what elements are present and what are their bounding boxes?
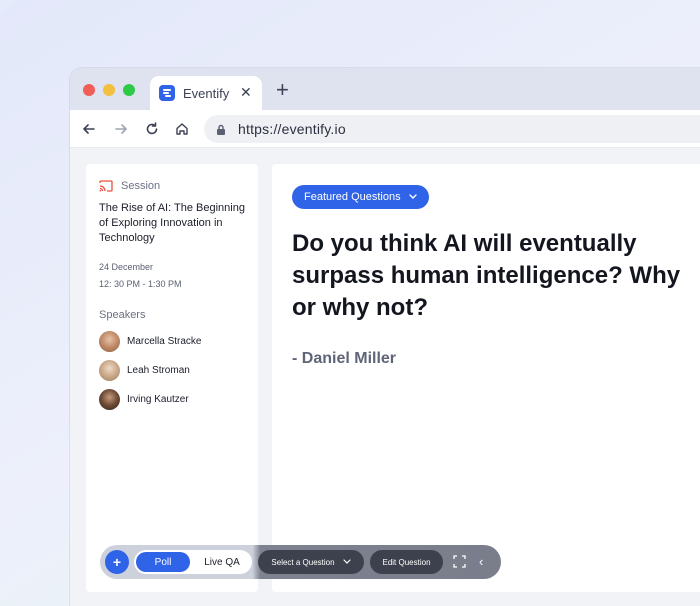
session-title: The Rise of AI: The Beginning of Explori… (99, 202, 245, 244)
speaker-name: Marcella Stracke (127, 336, 202, 347)
chevron-down-icon (342, 558, 351, 567)
question-text: Do you think AI will eventually surpass … (292, 230, 681, 321)
select-question-dropdown[interactable]: Select a Question (258, 550, 364, 574)
add-button[interactable]: + (105, 550, 129, 574)
session-time: 12: 30 PM - 1:30 PM (99, 279, 182, 289)
tab-close-icon[interactable]: ✕ (240, 84, 252, 101)
eventify-logo-icon (159, 85, 175, 101)
session-label: Session (99, 180, 160, 192)
session-label-text: Session (121, 180, 161, 192)
live-qa-tab[interactable]: Live QA (194, 552, 250, 572)
featured-question-panel: Featured Questions Do you think AI will … (272, 164, 700, 592)
avatar (99, 331, 120, 352)
fullscreen-icon[interactable] (453, 555, 466, 573)
featured-questions-label: Featured Questions (304, 191, 401, 203)
lock-icon (216, 123, 226, 141)
back-arrow-icon[interactable] (80, 120, 98, 138)
browser-tab[interactable]: Eventify ✕ (150, 76, 262, 110)
browser-window: Eventify ✕ + https://eventify.io Session… (70, 68, 700, 606)
speaker-name: Leah Stroman (127, 365, 190, 376)
speaker-name: Irving Kautzer (127, 394, 189, 405)
cast-icon (99, 180, 113, 192)
forward-arrow-icon[interactable] (112, 120, 130, 138)
tab-title: Eventify (183, 86, 230, 101)
page-content: Session The Rise of AI: The Beginning of… (70, 148, 700, 606)
maximize-window-button[interactable] (123, 84, 135, 96)
new-tab-button[interactable]: + (276, 79, 289, 101)
speaker-item[interactable]: Marcella Stracke (99, 331, 201, 352)
control-bar: + Poll Live QA Select a Question Edit Qu… (100, 545, 501, 579)
minimize-window-button[interactable] (103, 84, 115, 96)
mode-toggle: Poll Live QA (134, 550, 252, 574)
speaker-item[interactable]: Leah Stroman (99, 360, 190, 381)
session-sidebar: Session The Rise of AI: The Beginning of… (86, 164, 258, 592)
reload-icon[interactable] (143, 120, 161, 138)
avatar (99, 360, 120, 381)
collapse-icon[interactable]: ‹ (479, 554, 483, 569)
speakers-heading: Speakers (99, 309, 146, 321)
address-bar[interactable]: https://eventify.io (204, 115, 700, 143)
url-text: https://eventify.io (238, 121, 346, 137)
select-question-label: Select a Question (271, 557, 335, 567)
title-bar: Eventify ✕ + (70, 68, 700, 110)
question-author: - Daniel Miller (292, 350, 397, 367)
home-icon[interactable] (173, 120, 191, 138)
close-window-button[interactable] (83, 84, 95, 96)
speaker-item[interactable]: Irving Kautzer (99, 389, 189, 410)
poll-tab[interactable]: Poll (136, 552, 190, 572)
featured-questions-dropdown[interactable]: Featured Questions (292, 185, 429, 209)
session-date: 24 December (99, 262, 154, 272)
chevron-down-icon (408, 192, 417, 202)
browser-toolbar: https://eventify.io (70, 110, 700, 148)
avatar (99, 389, 120, 410)
edit-question-button[interactable]: Edit Question (370, 550, 443, 574)
